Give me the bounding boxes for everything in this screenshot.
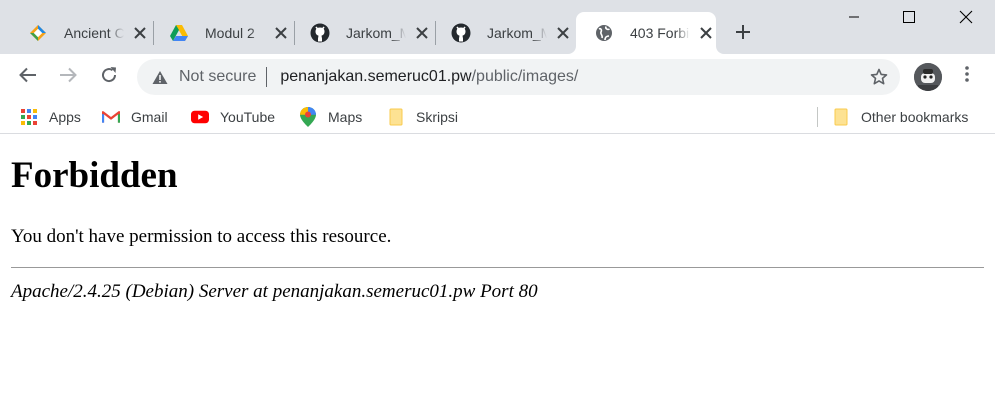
ancient-site-icon bbox=[28, 23, 48, 43]
forward-button[interactable] bbox=[54, 63, 82, 91]
folder-icon bbox=[387, 108, 405, 126]
github-icon bbox=[310, 23, 330, 43]
minimize-icon bbox=[848, 10, 860, 28]
error-message: You don't have permission to access this… bbox=[11, 226, 392, 247]
toolbar: Not secure penanjakan.semeruc01.pw/publi… bbox=[0, 54, 995, 100]
close-icon[interactable] bbox=[273, 25, 289, 41]
tab-jarkom-1[interactable]: Jarkom_Modul bbox=[292, 12, 434, 54]
url-text[interactable]: penanjakan.semeruc01.pw/public/images/ bbox=[280, 68, 578, 86]
close-icon[interactable] bbox=[555, 25, 571, 41]
new-tab-button[interactable] bbox=[731, 22, 755, 46]
bookmarks-separator bbox=[817, 107, 818, 127]
bookmark-label: Skripsi bbox=[416, 109, 459, 125]
reload-icon bbox=[100, 66, 118, 89]
bookmark-label: Other bookmarks bbox=[861, 109, 969, 125]
close-icon[interactable] bbox=[414, 25, 430, 41]
globe-icon bbox=[594, 23, 614, 43]
tab-title: Ancient Civilizations bbox=[64, 25, 124, 41]
back-button[interactable] bbox=[14, 63, 42, 91]
divider bbox=[11, 267, 984, 268]
close-icon bbox=[959, 10, 973, 29]
close-icon[interactable] bbox=[698, 25, 714, 41]
tab-title: Jarkom_Modul bbox=[487, 25, 547, 41]
url-host: penanjakan.semeruc01.pw bbox=[280, 68, 472, 85]
omnibox-divider bbox=[266, 67, 268, 87]
reload-button[interactable] bbox=[95, 63, 123, 91]
youtube-icon bbox=[191, 108, 209, 126]
tab-title: Jarkom_Modul bbox=[346, 25, 406, 41]
github-icon bbox=[451, 23, 471, 43]
tab-403-forbidden[interactable]: 403 Forbidden bbox=[576, 12, 716, 54]
tab-modul2[interactable]: Modul 2 bbox=[151, 12, 293, 54]
bookmarks-bar: Apps Gmail YouTube Maps Skripsi Other bo… bbox=[0, 100, 995, 134]
address-bar[interactable]: Not secure penanjakan.semeruc01.pw/publi… bbox=[137, 59, 900, 95]
maximize-icon bbox=[903, 10, 915, 28]
url-path: /public/images/ bbox=[471, 68, 579, 85]
profile-avatar[interactable] bbox=[914, 63, 942, 91]
close-icon[interactable] bbox=[132, 25, 148, 41]
bookmark-skripsi[interactable]: Skripsi bbox=[387, 106, 458, 128]
other-bookmarks[interactable]: Other bookmarks bbox=[832, 106, 968, 128]
gmail-icon bbox=[102, 108, 120, 126]
bookmark-youtube[interactable]: YouTube bbox=[191, 106, 275, 128]
server-signature: Apache/2.4.25 (Debian) Server at penanja… bbox=[11, 281, 538, 302]
tab-strip: Ancient Civilizations Modul 2 Jarkom bbox=[0, 0, 995, 54]
more-vert-icon bbox=[965, 65, 969, 87]
apps-grid-icon bbox=[20, 108, 38, 126]
arrow-right-icon bbox=[59, 66, 77, 89]
plus-icon bbox=[735, 24, 751, 45]
minimize-button[interactable] bbox=[831, 0, 877, 38]
bookmark-label: Maps bbox=[328, 109, 363, 125]
folder-icon bbox=[832, 108, 850, 126]
close-window-button[interactable] bbox=[943, 0, 989, 38]
security-label[interactable]: Not secure bbox=[179, 68, 256, 86]
tab-title: 403 Forbidden bbox=[630, 25, 690, 41]
maximize-button[interactable] bbox=[886, 0, 932, 38]
bookmark-gmail[interactable]: Gmail bbox=[102, 106, 168, 128]
page-content: Forbidden You don't have permission to a… bbox=[0, 135, 995, 411]
bookmark-apps[interactable]: Apps bbox=[20, 106, 81, 128]
google-drive-icon bbox=[169, 23, 189, 43]
menu-button[interactable] bbox=[957, 64, 977, 88]
warning-icon[interactable] bbox=[152, 69, 168, 85]
page-title: Forbidden bbox=[11, 155, 178, 196]
arrow-left-icon bbox=[19, 66, 37, 89]
bookmark-maps[interactable]: Maps bbox=[299, 106, 362, 128]
tab-jarkom-2[interactable]: Jarkom_Modul bbox=[433, 12, 575, 54]
bookmark-label: YouTube bbox=[220, 109, 276, 125]
maps-pin-icon bbox=[299, 107, 317, 127]
bookmark-label: Apps bbox=[49, 109, 81, 125]
star-icon[interactable] bbox=[870, 68, 888, 86]
tab-ancient[interactable]: Ancient Civilizations bbox=[10, 12, 152, 54]
tab-title: Modul 2 bbox=[205, 25, 255, 41]
bookmark-label: Gmail bbox=[131, 109, 168, 125]
